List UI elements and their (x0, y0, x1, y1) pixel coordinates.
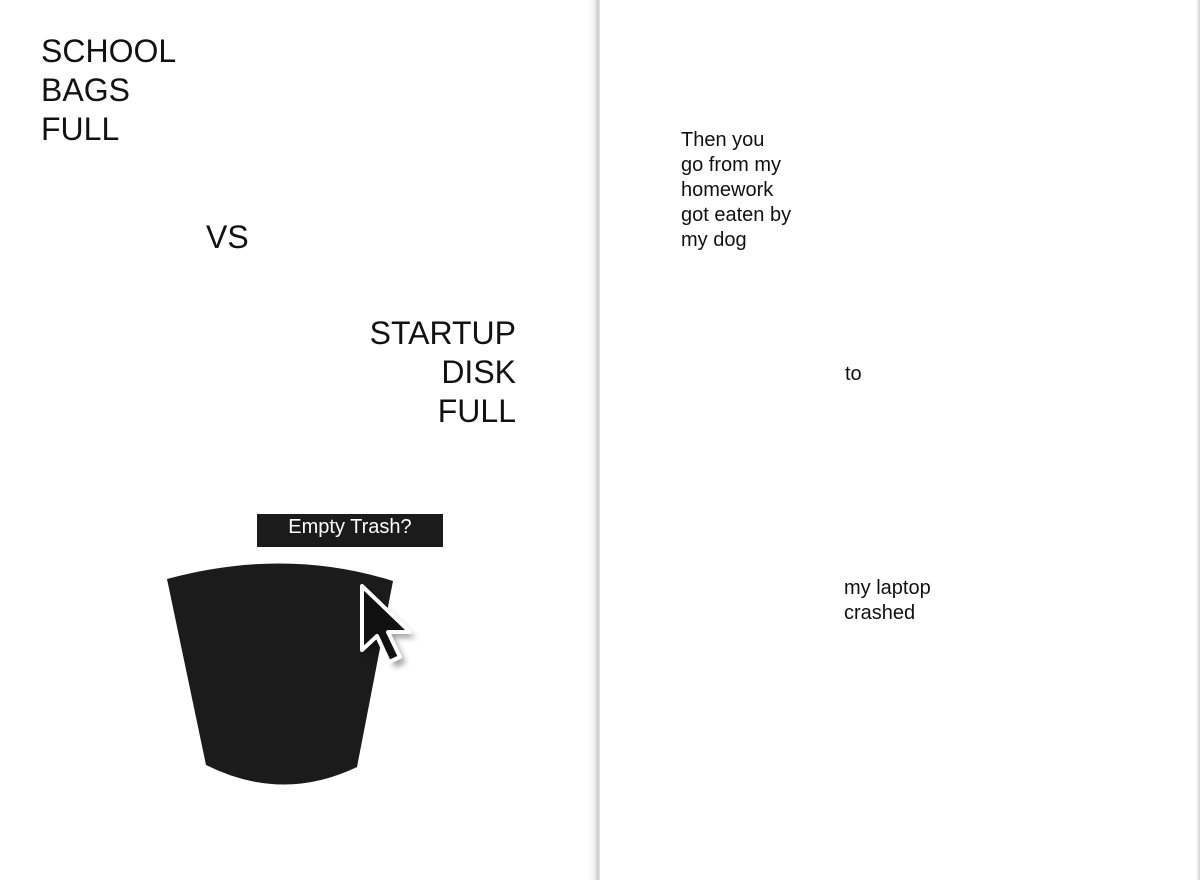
then-line-5: my dog (681, 229, 747, 251)
laptop-line-1: my laptop (844, 577, 931, 599)
then-line-3: homework (681, 179, 774, 201)
school-line-1: SCHOOL (41, 33, 177, 69)
school-line-3: FULL (41, 111, 120, 147)
then-line-2: go from my (681, 154, 782, 176)
startup-line-2: DISK (441, 354, 516, 390)
laptop-line-2: crashed (844, 602, 916, 624)
vs-text: VS (206, 219, 249, 255)
empty-trash-prompt[interactable]: Empty Trash? (257, 514, 443, 547)
then-line-4: got eaten by (681, 204, 792, 226)
laptop-crashed-text: my laptop crashed (844, 576, 931, 626)
left-page: SCHOOL BAGS FULL VS STARTUP DISK FULL Em… (0, 0, 594, 880)
homework-dog-text: Then you go from my homework got eaten b… (681, 128, 791, 253)
book-spread: SCHOOL BAGS FULL VS STARTUP DISK FULL Em… (0, 0, 1200, 880)
school-line-2: BAGS (41, 72, 130, 108)
startup-line-1: STARTUP (369, 315, 516, 351)
arrow-cursor-icon (360, 584, 416, 668)
startup-disk-full-text: STARTUP DISK FULL (300, 314, 516, 431)
then-line-1: Then you (681, 129, 765, 151)
school-bags-full-text: SCHOOL BAGS FULL (41, 32, 176, 149)
to-text: to (845, 363, 862, 385)
page-edge-shadow (1196, 0, 1200, 880)
startup-line-3: FULL (437, 393, 516, 429)
